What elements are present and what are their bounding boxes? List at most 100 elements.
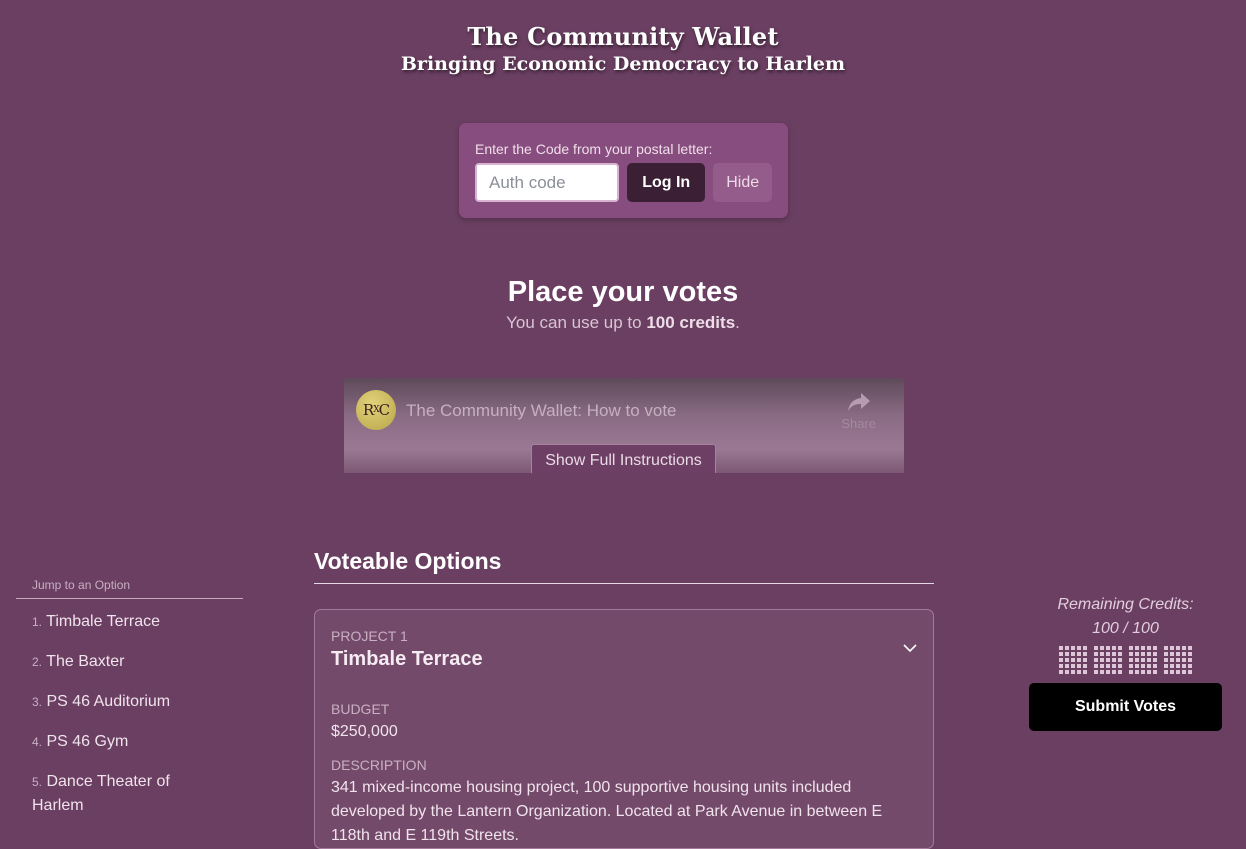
item-number: 4. xyxy=(32,735,43,749)
video-embed[interactable]: RXC The Community Wallet: How to vote Sh… xyxy=(344,378,904,473)
credit-dot xyxy=(1077,670,1081,674)
credit-dot xyxy=(1188,652,1192,656)
show-instructions-button[interactable]: Show Full Instructions xyxy=(531,444,716,473)
item-number: 1. xyxy=(32,615,43,629)
credit-dot xyxy=(1077,646,1081,650)
video-title[interactable]: The Community Wallet: How to vote xyxy=(406,401,677,421)
credit-dot xyxy=(1094,664,1098,668)
credit-dot-group xyxy=(1059,646,1087,674)
sidebar-item-ps46-auditorium[interactable]: 3. PS 46 Auditorium xyxy=(32,690,192,714)
site-title: The Community Wallet xyxy=(467,22,779,51)
project-number: PROJECT 1 xyxy=(331,628,408,644)
credit-dot xyxy=(1118,658,1122,662)
sidebar-item-timbale-terrace[interactable]: 1. Timbale Terrace xyxy=(32,610,192,634)
credit-dot xyxy=(1141,670,1145,674)
share-arrow-icon xyxy=(847,393,870,411)
section-heading: Voteable Options xyxy=(314,548,934,584)
item-number: 2. xyxy=(32,655,43,669)
credit-dot xyxy=(1077,652,1081,656)
credit-dot xyxy=(1176,646,1180,650)
share-label: Share xyxy=(841,416,876,431)
credit-dot xyxy=(1100,646,1104,650)
description-text: 341 mixed-income housing project, 100 su… xyxy=(331,779,883,844)
credit-dot xyxy=(1112,664,1116,668)
credit-dot xyxy=(1141,646,1145,650)
credit-dots xyxy=(1005,646,1246,674)
credit-dot xyxy=(1153,664,1157,668)
credit-dot xyxy=(1135,646,1139,650)
credit-dot xyxy=(1077,664,1081,668)
credit-dot xyxy=(1153,670,1157,674)
credit-dot xyxy=(1182,658,1186,662)
credit-dot xyxy=(1118,646,1122,650)
credit-dot xyxy=(1083,664,1087,668)
credit-dot xyxy=(1059,658,1063,662)
credit-dot xyxy=(1176,652,1180,656)
vote-intro: Place your votes You can use up to 100 c… xyxy=(0,276,1246,333)
credit-dot xyxy=(1188,664,1192,668)
credit-dot-group xyxy=(1094,646,1122,674)
credit-dot xyxy=(1129,670,1133,674)
credit-dot xyxy=(1065,646,1069,650)
credit-dot xyxy=(1094,658,1098,662)
sidebar-item-the-baxter[interactable]: 2. The Baxter xyxy=(32,650,192,674)
credit-dot xyxy=(1170,670,1174,674)
sidebar-item-ps46-gym[interactable]: 4. PS 46 Gym xyxy=(32,730,192,754)
credit-dot xyxy=(1094,670,1098,674)
credit-dot xyxy=(1094,652,1098,656)
credit-dot xyxy=(1071,670,1075,674)
auth-code-label: Enter the Code from your postal letter: xyxy=(475,141,713,157)
item-label: The Baxter xyxy=(46,653,125,670)
credit-dot xyxy=(1182,646,1186,650)
credit-dot xyxy=(1100,658,1104,662)
credit-dot xyxy=(1188,658,1192,662)
credit-dot xyxy=(1141,658,1145,662)
project-card[interactable]: PROJECT 1 Timbale Terrace BUDGET $250,00… xyxy=(314,609,934,849)
jump-sidebar: Jump to an Option 1. Timbale Terrace 2. … xyxy=(0,512,262,842)
credit-dot xyxy=(1106,664,1110,668)
credit-dot xyxy=(1112,646,1116,650)
hide-button[interactable]: Hide xyxy=(713,163,772,202)
credit-dot xyxy=(1129,664,1133,668)
credit-dot xyxy=(1182,664,1186,668)
credit-dot xyxy=(1077,658,1081,662)
chevron-down-icon[interactable] xyxy=(903,644,917,653)
submit-votes-button[interactable]: Submit Votes xyxy=(1029,683,1222,731)
credit-dot xyxy=(1065,652,1069,656)
credit-dot xyxy=(1147,658,1151,662)
credit-dot xyxy=(1129,658,1133,662)
credit-dot xyxy=(1153,646,1157,650)
credit-dot xyxy=(1135,658,1139,662)
credit-dot xyxy=(1083,652,1087,656)
share-button[interactable]: Share xyxy=(841,392,876,431)
credit-dot xyxy=(1094,646,1098,650)
auth-code-input[interactable] xyxy=(475,163,619,202)
sidebar-item-dance-theater[interactable]: 5. Dance Theater of Harlem xyxy=(32,770,192,818)
credit-dot xyxy=(1065,664,1069,668)
login-button[interactable]: Log In xyxy=(627,163,706,202)
credit-dot xyxy=(1106,646,1110,650)
credit-dot xyxy=(1112,670,1116,674)
credit-dot xyxy=(1083,658,1087,662)
item-label: Timbale Terrace xyxy=(46,613,160,630)
credit-dot xyxy=(1135,670,1139,674)
channel-logo[interactable]: RXC xyxy=(356,390,396,430)
credit-dot xyxy=(1071,652,1075,656)
credit-dot xyxy=(1170,658,1174,662)
credit-dot xyxy=(1059,646,1063,650)
page-title: Place your votes xyxy=(507,276,739,308)
credit-dot xyxy=(1164,664,1168,668)
credit-dot xyxy=(1176,664,1180,668)
credit-dot xyxy=(1118,652,1122,656)
credit-dot xyxy=(1188,646,1192,650)
item-label: Dance Theater of Harlem xyxy=(32,773,170,814)
credit-dot xyxy=(1118,670,1122,674)
credit-dot xyxy=(1059,664,1063,668)
site-subtitle: Bringing Economic Democracy to Harlem xyxy=(400,53,846,75)
credit-dot xyxy=(1135,664,1139,668)
credit-dot xyxy=(1059,670,1063,674)
subtext-suffix: . xyxy=(735,313,740,332)
credit-dot xyxy=(1182,670,1186,674)
remaining-credits-label: Remaining Credits: xyxy=(1057,596,1194,613)
budget-label: BUDGET xyxy=(331,701,390,717)
